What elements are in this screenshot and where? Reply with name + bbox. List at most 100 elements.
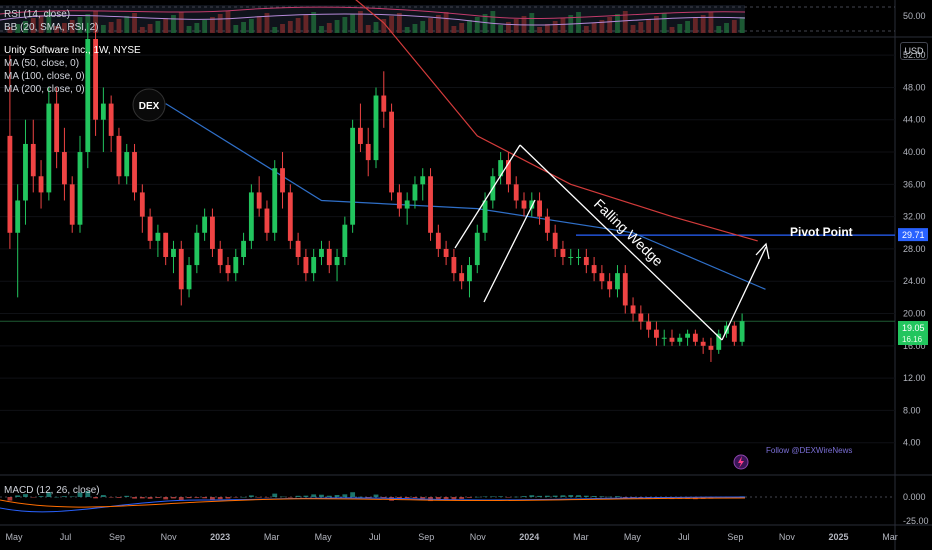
macd-bar bbox=[171, 497, 176, 499]
rsi-axis-tick: 50.00 bbox=[903, 11, 926, 21]
time-tick-label: Mar bbox=[264, 532, 280, 542]
macd-bar bbox=[256, 497, 262, 498]
price-axis[interactable]: 52.0048.0044.0040.0036.0032.0028.0024.00… bbox=[903, 50, 926, 448]
rsi-bar bbox=[132, 13, 137, 33]
candle-body bbox=[537, 200, 542, 217]
macd-bar bbox=[100, 495, 106, 497]
ma100-legend[interactable]: MA (100, close, 0) bbox=[4, 70, 141, 83]
candle-body bbox=[7, 135, 13, 233]
candle-body bbox=[171, 248, 176, 257]
time-tick-label: May bbox=[624, 532, 642, 542]
last-price-label: 19.05 bbox=[902, 323, 925, 333]
candle-body bbox=[591, 265, 597, 274]
rsi-bar bbox=[311, 12, 317, 33]
candle-body bbox=[311, 257, 317, 274]
time-axis[interactable]: May Jul Sep Nov 2023 Mar May Jul Sep Nov 2024 Mar Ma… bbox=[5, 532, 897, 542]
candle-body bbox=[381, 95, 387, 112]
rsi-bar bbox=[739, 17, 745, 33]
macd-bar bbox=[54, 496, 60, 498]
candle-body bbox=[326, 248, 332, 266]
macd-bar bbox=[124, 495, 130, 497]
macd-bar bbox=[560, 495, 566, 497]
candle-body bbox=[132, 152, 137, 193]
candle-body bbox=[233, 257, 239, 274]
rsi-bar bbox=[474, 17, 480, 33]
macd-bar bbox=[163, 497, 169, 500]
wedge-upper-line[interactable] bbox=[519, 144, 723, 341]
macd-bar bbox=[334, 494, 340, 497]
rsi-bar bbox=[467, 20, 472, 33]
rsi-label[interactable]: RSI (14, close) bbox=[4, 8, 98, 21]
macd-bar bbox=[513, 496, 519, 498]
rsi-bar bbox=[692, 18, 698, 33]
rsi-bar bbox=[319, 26, 324, 33]
rsi-bar bbox=[661, 13, 667, 33]
bull-channel-lower[interactable] bbox=[483, 199, 536, 303]
candle-body bbox=[295, 240, 301, 257]
price-tick-label: 32.00 bbox=[903, 212, 926, 222]
macd-bar bbox=[342, 494, 348, 497]
macd-legend[interactable]: MACD (12, 26, close) bbox=[4, 484, 100, 497]
macd-bar bbox=[544, 495, 550, 497]
candle-body bbox=[583, 257, 589, 266]
rsi-bar bbox=[373, 22, 379, 33]
rsi-bar bbox=[295, 18, 301, 33]
rsi-bar bbox=[124, 16, 130, 33]
rsi-bar bbox=[552, 21, 558, 33]
rsi-legend[interactable]: RSI (14, close) BB (20, SMA, RSI, 2) bbox=[4, 8, 98, 34]
rsi-bar bbox=[724, 23, 729, 33]
candle-body bbox=[467, 265, 472, 282]
candle-body bbox=[568, 257, 574, 258]
rsi-bar bbox=[646, 19, 652, 33]
candle-body bbox=[428, 176, 433, 233]
candle-body bbox=[420, 176, 426, 185]
currency-button[interactable]: USD bbox=[900, 42, 928, 60]
candle-body bbox=[669, 337, 675, 342]
candle-body bbox=[194, 232, 200, 266]
rsi-bar bbox=[716, 26, 722, 33]
rsi-bar bbox=[529, 13, 535, 33]
macd-bar bbox=[490, 496, 496, 497]
candle-body bbox=[739, 321, 745, 342]
pattern-drawings[interactable]: Falling Wedge Pivot Point bbox=[454, 144, 853, 341]
price-tick-label: 36.00 bbox=[903, 179, 926, 189]
macd-bar bbox=[451, 497, 457, 500]
macd-bar bbox=[529, 495, 535, 497]
symbol-title[interactable]: Unity Software Inc., 1W, NYSE bbox=[4, 44, 141, 57]
candle-body bbox=[599, 273, 605, 282]
price-tick-label: 28.00 bbox=[903, 244, 926, 254]
time-tick-label: 2024 bbox=[519, 532, 539, 542]
macd-bar bbox=[365, 497, 371, 498]
macd-bar bbox=[607, 496, 613, 498]
candle-body bbox=[622, 273, 628, 306]
macd-bar bbox=[420, 497, 426, 499]
candle-body bbox=[692, 333, 698, 342]
main-legend[interactable]: Unity Software Inc., 1W, NYSE MA (50, cl… bbox=[4, 44, 141, 96]
candle-body bbox=[451, 257, 457, 274]
ma50-legend[interactable]: MA (50, close, 0) bbox=[4, 57, 141, 70]
macd-bar bbox=[599, 496, 605, 497]
candle-body bbox=[342, 224, 348, 257]
macd-bar bbox=[248, 495, 254, 497]
ma200-legend[interactable]: MA (200, close, 0) bbox=[4, 83, 141, 96]
bb-label[interactable]: BB (20, SMA, RSI, 2) bbox=[4, 21, 98, 34]
rsi-bar bbox=[225, 11, 231, 33]
candle-body bbox=[700, 341, 706, 346]
rsi-bar bbox=[194, 23, 200, 33]
macd-bar bbox=[147, 497, 153, 499]
candle-body bbox=[139, 192, 145, 217]
last-price-badge: 19.05 16.16 bbox=[898, 321, 928, 345]
bull-channel-upper[interactable] bbox=[454, 144, 521, 249]
rsi-bar bbox=[350, 14, 356, 33]
macd-bar bbox=[280, 496, 285, 498]
candle-body bbox=[248, 192, 254, 241]
macd-label[interactable]: MACD (12, 26, close) bbox=[4, 484, 100, 497]
price-tick-label: 4.00 bbox=[903, 438, 921, 448]
rsi-bar bbox=[272, 27, 278, 33]
macd-bar bbox=[233, 497, 239, 498]
time-tick-label: Nov bbox=[779, 532, 796, 542]
macd-bar bbox=[506, 497, 511, 498]
time-tick-label: May bbox=[5, 532, 23, 542]
macd-bar bbox=[568, 495, 574, 497]
rsi-bar bbox=[342, 17, 348, 33]
